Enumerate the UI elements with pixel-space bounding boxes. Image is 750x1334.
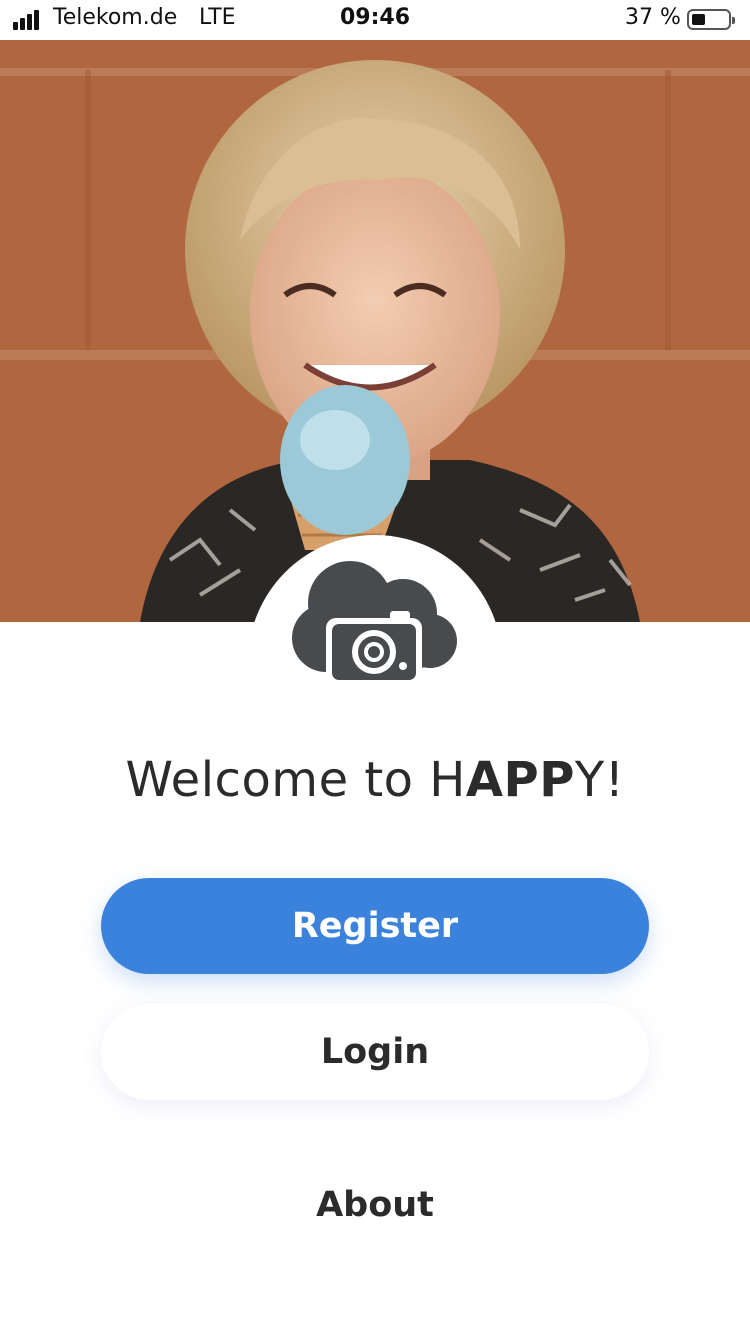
status-bar: Telekom.de LTE 09:46 37 % (0, 0, 750, 40)
battery-icon (687, 9, 735, 30)
about-link[interactable]: About (0, 1185, 750, 1225)
welcome-brand-bold: APP (465, 752, 575, 808)
welcome-prefix: Welcome to H (125, 752, 466, 808)
login-button[interactable]: Login (101, 1004, 649, 1100)
battery-percent: 37 % (625, 5, 681, 30)
welcome-title: Welcome to HAPPY! (0, 752, 750, 808)
cloud-camera-icon (292, 561, 457, 686)
register-button[interactable]: Register (101, 878, 649, 974)
welcome-suffix: Y! (574, 752, 625, 808)
